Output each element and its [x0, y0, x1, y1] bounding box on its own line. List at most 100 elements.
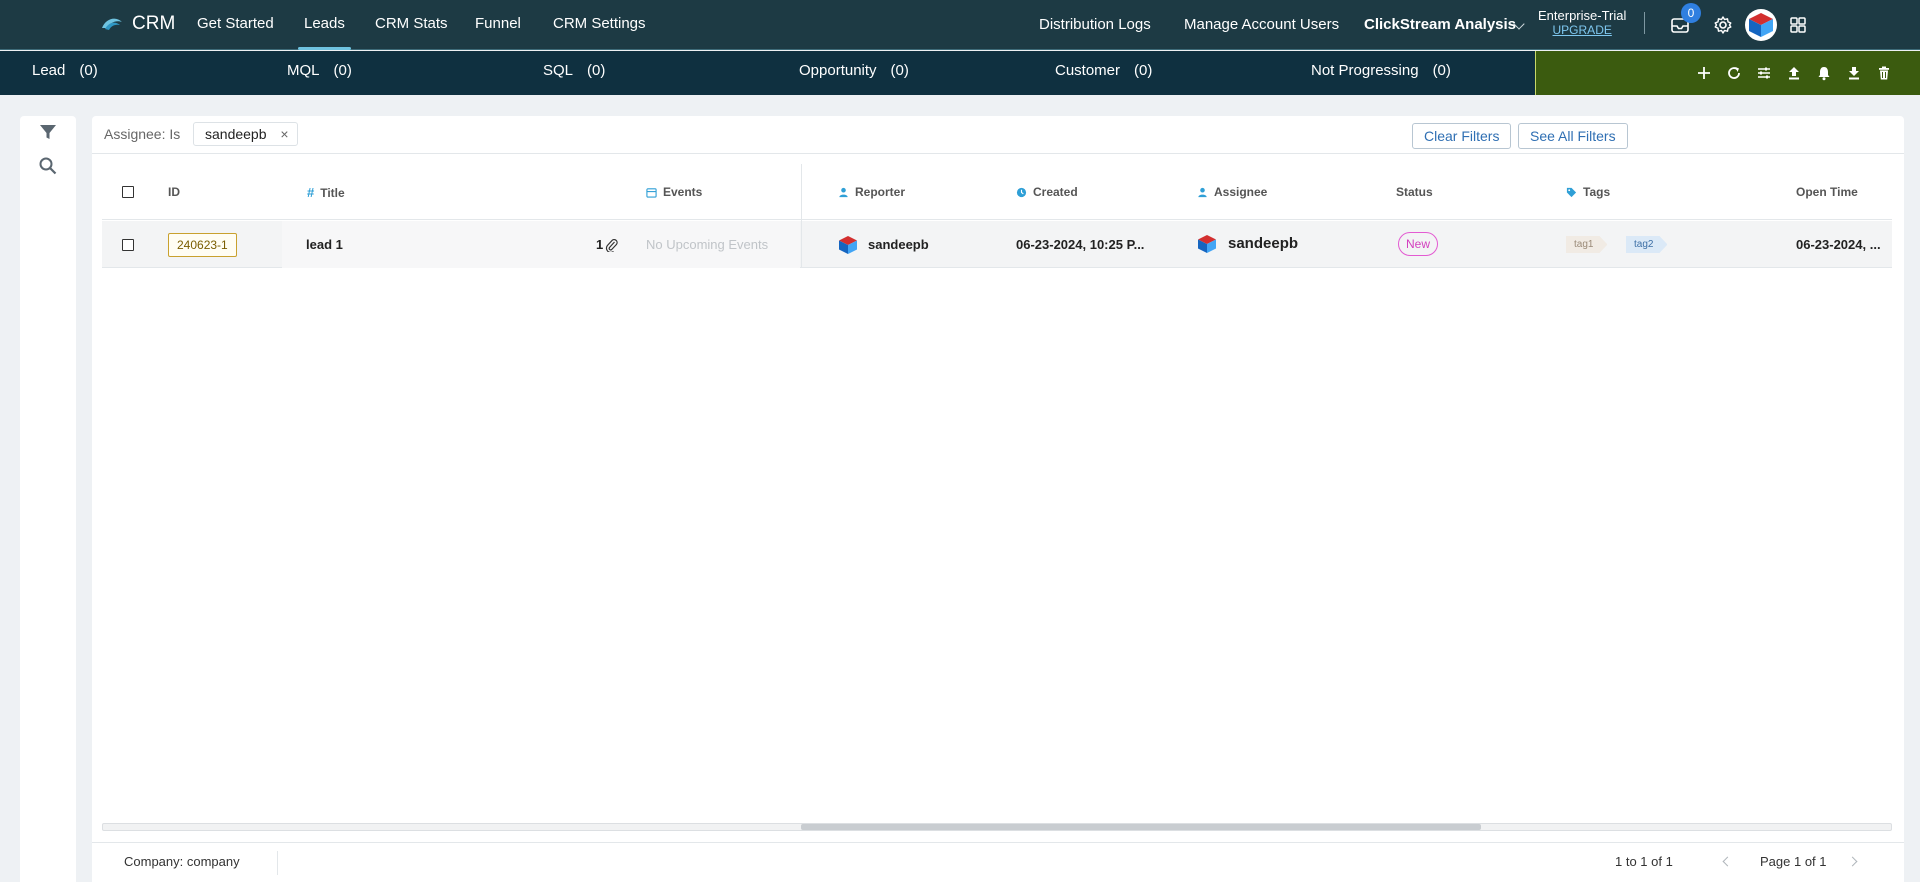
record-count: 1 to 1 of 1	[1615, 854, 1673, 869]
stage-mql[interactable]: MQL (0)	[287, 62, 352, 79]
assignee-avatar	[1198, 235, 1216, 253]
download-icon[interactable]	[1846, 65, 1862, 81]
left-rail	[20, 116, 76, 882]
lead-id[interactable]: 240623-1	[168, 233, 237, 257]
horizontal-scrollbar[interactable]	[102, 823, 1892, 831]
hash-icon: #	[307, 185, 315, 200]
table-header: ID # Title Events Reporter Created Assig…	[102, 164, 1892, 220]
clock-icon	[1016, 187, 1027, 197]
next-page-icon[interactable]	[1847, 856, 1858, 867]
gear-icon[interactable]	[1712, 14, 1734, 36]
reporter-name: sandeepb	[868, 237, 929, 252]
col-label: Created	[1033, 185, 1078, 199]
plus-icon[interactable]	[1696, 65, 1712, 81]
created-date: 06-23-2024, 10:25 P...	[1016, 237, 1145, 252]
trash-icon[interactable]	[1876, 65, 1892, 81]
col-label: Open Time	[1796, 185, 1858, 199]
stage-customer[interactable]: Customer (0)	[1055, 62, 1152, 79]
col-reporter[interactable]: Reporter	[838, 185, 905, 199]
attachment-count: 1	[596, 237, 604, 252]
calendar-icon	[646, 187, 657, 198]
stage-sql[interactable]: SQL (0)	[543, 62, 605, 79]
tag-chip[interactable]: tag2	[1626, 236, 1667, 253]
col-label: Title	[320, 185, 345, 200]
workspace-selector[interactable]: ClickStream Analysis	[1364, 16, 1516, 33]
col-label: Tags	[1583, 185, 1611, 199]
stage-label: Lead	[32, 62, 66, 79]
paperclip-icon[interactable]	[605, 238, 618, 252]
app-name: CRM	[132, 13, 176, 34]
see-all-filters-button[interactable]: See All Filters	[1518, 123, 1628, 149]
nav-leads[interactable]: Leads	[298, 15, 351, 50]
stage-label: MQL	[287, 62, 320, 79]
col-label: Assignee	[1214, 185, 1268, 199]
leads-panel: Assignee: Is sandeepb × Clear Filters Se…	[92, 116, 1904, 882]
stage-count: (0)	[333, 62, 352, 79]
tag-chip[interactable]: tag1	[1566, 236, 1607, 253]
crm-logo-icon	[102, 18, 122, 30]
bell-icon[interactable]	[1816, 65, 1832, 81]
frozen-column-divider	[801, 164, 802, 268]
col-created[interactable]: Created	[1016, 185, 1078, 199]
prev-page-icon[interactable]	[1722, 856, 1733, 867]
refresh-icon[interactable]	[1726, 65, 1742, 81]
sliders-icon[interactable]	[1756, 65, 1772, 81]
nav-crm-stats[interactable]: CRM Stats	[375, 15, 448, 32]
nav-crm-settings[interactable]: CRM Settings	[553, 15, 646, 32]
col-label: Status	[1396, 185, 1433, 199]
clear-filters-button[interactable]: Clear Filters	[1412, 123, 1512, 149]
close-icon[interactable]: ×	[280, 123, 288, 145]
col-tags[interactable]: Tags	[1566, 185, 1610, 199]
col-title[interactable]: # Title	[307, 185, 345, 200]
upload-icon[interactable]	[1786, 65, 1802, 81]
user-icon	[839, 187, 848, 197]
user-icon	[1198, 187, 1207, 197]
plan-label: Enterprise-Trial	[1538, 8, 1627, 23]
stage-not-progressing[interactable]: Not Progressing (0)	[1311, 62, 1451, 79]
row-checkbox[interactable]	[122, 239, 134, 251]
scrollbar-thumb[interactable]	[801, 824, 1481, 830]
inbox-count-badge: 0	[1681, 3, 1701, 23]
app-logo[interactable]: CRM	[100, 13, 175, 35]
search-icon[interactable]	[38, 156, 58, 176]
col-open-time[interactable]: Open Time	[1796, 185, 1858, 199]
filter-bar: Assignee: Is sandeepb × Clear Filters Se…	[92, 116, 1904, 154]
reporter-avatar	[839, 236, 857, 254]
user-avatar[interactable]	[1745, 9, 1777, 41]
stage-label: SQL	[543, 62, 574, 79]
col-events[interactable]: Events	[646, 185, 702, 199]
stage-label: Opportunity	[799, 62, 877, 79]
stage-opportunity[interactable]: Opportunity (0)	[799, 62, 909, 79]
nav-get-started[interactable]: Get Started	[197, 15, 274, 32]
grid-icon[interactable]	[1787, 14, 1809, 36]
filter-label: Assignee: Is	[104, 126, 181, 142]
table-footer: Company: company 1 to 1 of 1 Page 1 of 1	[92, 842, 1904, 882]
col-label: ID	[168, 185, 180, 199]
company-summary: Company: company	[124, 854, 240, 869]
manage-account-users-link[interactable]: Manage Account Users	[1184, 16, 1339, 33]
upgrade-link[interactable]: UPGRADE	[1538, 23, 1626, 38]
filter-chip-value: sandeepb	[205, 126, 267, 142]
open-time: 06-23-2024, ...	[1796, 237, 1881, 252]
col-label: Events	[663, 185, 703, 199]
col-assignee[interactable]: Assignee	[1197, 185, 1267, 199]
col-status[interactable]: Status	[1396, 185, 1433, 199]
tag-icon	[1566, 187, 1577, 197]
nav-funnel[interactable]: Funnel	[475, 15, 521, 32]
stage-count: (0)	[1134, 62, 1153, 79]
filter-chip[interactable]: sandeepb ×	[193, 122, 298, 146]
distribution-logs-link[interactable]: Distribution Logs	[1039, 16, 1151, 33]
col-id[interactable]: ID	[168, 185, 180, 199]
stage-lead[interactable]: Lead (0)	[32, 62, 98, 79]
select-all-checkbox[interactable]	[122, 186, 134, 198]
stage-label: Customer	[1055, 62, 1121, 79]
col-label: Reporter	[855, 185, 906, 199]
assignee-name[interactable]: sandeepb	[1228, 235, 1298, 252]
status-badge[interactable]: New	[1398, 232, 1439, 256]
filter-icon[interactable]	[38, 122, 58, 142]
stage-count: (0)	[890, 62, 909, 79]
table-row[interactable]: 240623-1 lead 1 1 No Upcoming Events san…	[102, 221, 1892, 268]
lead-title[interactable]: lead 1	[306, 237, 343, 252]
avatar-logo-icon	[1749, 13, 1773, 37]
divider	[277, 851, 278, 875]
